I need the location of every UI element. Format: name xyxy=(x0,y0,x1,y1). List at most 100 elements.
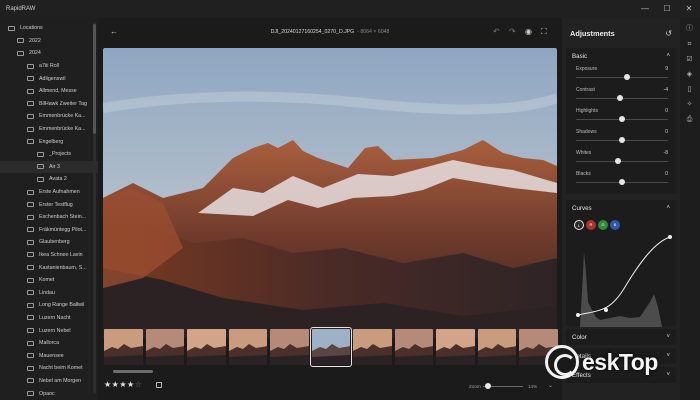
curve-graph[interactable] xyxy=(570,232,680,327)
folder-item[interactable]: Emmenbrücke Ka... xyxy=(0,123,98,136)
folder-item[interactable]: Allmend, Messe xyxy=(0,85,98,98)
filmstrip-thumbnail[interactable] xyxy=(394,329,433,365)
basic-section-header[interactable]: Basic ˄ xyxy=(566,48,676,64)
star-icon[interactable]: ☆ xyxy=(135,380,143,389)
main-photo[interactable] xyxy=(103,48,557,338)
folder-icon xyxy=(27,139,34,145)
crop-icon[interactable]: ⌗ xyxy=(685,40,694,49)
folder-item[interactable]: Locations xyxy=(0,22,98,35)
star-icon[interactable]: ★ xyxy=(127,380,135,389)
info-icon[interactable]: ⓘ xyxy=(685,24,694,33)
folder-item[interactable]: Nebel am Morgen xyxy=(0,375,98,388)
folder-item[interactable]: Glaubenberg xyxy=(0,236,98,249)
magic-icon[interactable]: ✧ xyxy=(685,100,694,109)
filmstrip-thumbnail[interactable] xyxy=(436,329,475,365)
slider-value[interactable]: 0 xyxy=(665,171,668,177)
slider-value[interactable]: -8 xyxy=(664,150,668,156)
slider-value[interactable]: 9 xyxy=(665,66,668,72)
curve-channel-g[interactable]: G xyxy=(598,220,608,230)
slider-label: Shadows xyxy=(576,129,597,135)
slider-knob[interactable] xyxy=(617,95,624,101)
curves-section-header[interactable]: Curves ˄ xyxy=(566,200,676,216)
close-button[interactable]: ✕ xyxy=(678,0,700,18)
folder-item[interactable]: a7iii Roll xyxy=(0,60,98,73)
star-icon[interactable]: ★ xyxy=(119,380,127,389)
folder-item[interactable]: Air 3 xyxy=(0,160,98,174)
slider-value[interactable]: 0 xyxy=(665,108,668,114)
slider-knob[interactable] xyxy=(619,179,625,185)
slider-track[interactable] xyxy=(576,161,668,162)
copy-icon[interactable] xyxy=(156,382,162,388)
slider-blacks[interactable]: Blacks 0 xyxy=(566,169,676,190)
filmstrip-thumbnail[interactable] xyxy=(270,329,309,365)
star-rating[interactable]: ★★★★☆ xyxy=(104,380,142,389)
slider-highlights[interactable]: Highlights 0 xyxy=(566,106,676,127)
star-icon[interactable]: ★ xyxy=(104,380,112,389)
folder-item[interactable]: Ikea Schnee Lavin xyxy=(0,249,98,262)
eye-icon[interactable]: ◉ xyxy=(525,27,532,36)
folder-item[interactable]: Mauensee xyxy=(0,349,98,362)
slider-value[interactable]: 0 xyxy=(665,129,668,135)
folder-item[interactable]: Avata 2 xyxy=(0,173,98,186)
slider-knob[interactable] xyxy=(619,116,625,122)
slider-knob[interactable] xyxy=(623,74,630,80)
folder-item[interactable]: Long Range Ballwil xyxy=(0,299,98,312)
slider-track[interactable] xyxy=(576,77,668,78)
slider-knob[interactable] xyxy=(619,137,625,143)
curve-channel-b[interactable]: B xyxy=(610,220,620,230)
adjustments-icon[interactable]: ☑ xyxy=(685,55,694,64)
folder-item[interactable]: Kastanienbaum, S... xyxy=(0,261,98,274)
filmstrip-scrollbar[interactable] xyxy=(113,370,153,373)
folder-item[interactable]: _Projects xyxy=(0,148,98,161)
layers-icon[interactable]: ◈ xyxy=(685,70,694,79)
folder-label: Eschenbach Stein... xyxy=(39,214,87,221)
slider-value[interactable]: -4 xyxy=(664,87,668,93)
filmstrip-thumbnail[interactable] xyxy=(145,329,184,365)
slider-contrast[interactable]: Contrast -4 xyxy=(566,85,676,106)
fullscreen-icon[interactable]: ⛶ xyxy=(541,27,547,37)
folder-item[interactable]: Lindau xyxy=(0,286,98,299)
maximize-button[interactable]: ☐ xyxy=(656,0,678,18)
slider-exposure[interactable]: Exposure 9 xyxy=(566,64,676,85)
folder-item[interactable]: Luzern Nebel xyxy=(0,324,98,337)
bookmark-icon[interactable]: ▯ xyxy=(685,85,694,94)
folder-item[interactable]: BllHawk Zweiter Tag xyxy=(0,98,98,111)
curve-channel-l[interactable]: L xyxy=(574,220,584,230)
folder-item[interactable]: Luzern Nacht xyxy=(0,312,98,325)
zoom-slider-knob[interactable] xyxy=(485,383,491,389)
folder-item[interactable]: 2022 xyxy=(0,35,98,48)
folder-tree: Locations 2022 2024 a7iii Roll Adligenswil Al… xyxy=(0,18,98,400)
curves-editor[interactable]: LRGB xyxy=(566,216,676,327)
redo-icon[interactable]: ↷ xyxy=(509,27,516,36)
folder-item[interactable]: Engelberg xyxy=(0,135,98,148)
filmstrip-thumbnail[interactable] xyxy=(477,329,516,365)
slider-shadows[interactable]: Shadows 0 xyxy=(566,127,676,148)
folder-item[interactable]: Adligenswil xyxy=(0,72,98,85)
slider-knob[interactable] xyxy=(615,158,622,164)
folder-item[interactable]: Fräkmüntegg Pilot... xyxy=(0,224,98,237)
filmstrip-thumbnail[interactable] xyxy=(187,329,226,365)
folder-item[interactable]: Komet xyxy=(0,274,98,287)
sidebar-scroll-thumb[interactable] xyxy=(93,24,96,134)
export-icon[interactable]: ⎙ xyxy=(685,115,694,124)
folder-item[interactable]: 2024 xyxy=(0,47,98,60)
folder-item[interactable]: Erster Testflug xyxy=(0,198,98,211)
filmstrip-thumbnail[interactable] xyxy=(104,329,143,365)
folder-item[interactable]: Nacht beim Komet xyxy=(0,362,98,375)
undo-icon[interactable]: ↶ xyxy=(493,27,500,36)
folder-item[interactable]: Emmenbrücke Ka... xyxy=(0,110,98,123)
minimize-button[interactable]: — xyxy=(634,0,656,18)
folder-item[interactable]: Opaoc xyxy=(0,387,98,400)
folder-item[interactable]: Eschenbach Stein... xyxy=(0,211,98,224)
sidebar-scrollbar[interactable] xyxy=(93,22,96,394)
zoom-dropdown-icon[interactable]: ⌄ xyxy=(548,382,553,389)
slider-whites[interactable]: Whites -8 xyxy=(566,148,676,169)
curve-channel-r[interactable]: R xyxy=(586,220,596,230)
filmstrip-thumbnail[interactable] xyxy=(228,329,267,365)
folder-item[interactable]: Erste Aufnahmen xyxy=(0,186,98,199)
filmstrip-thumbnail[interactable] xyxy=(309,327,352,367)
reset-icon[interactable]: ↺ xyxy=(665,29,672,38)
folder-label: Air 3 xyxy=(49,163,60,170)
folder-item[interactable]: Mallorca xyxy=(0,337,98,350)
filmstrip-thumbnail[interactable] xyxy=(353,329,392,365)
